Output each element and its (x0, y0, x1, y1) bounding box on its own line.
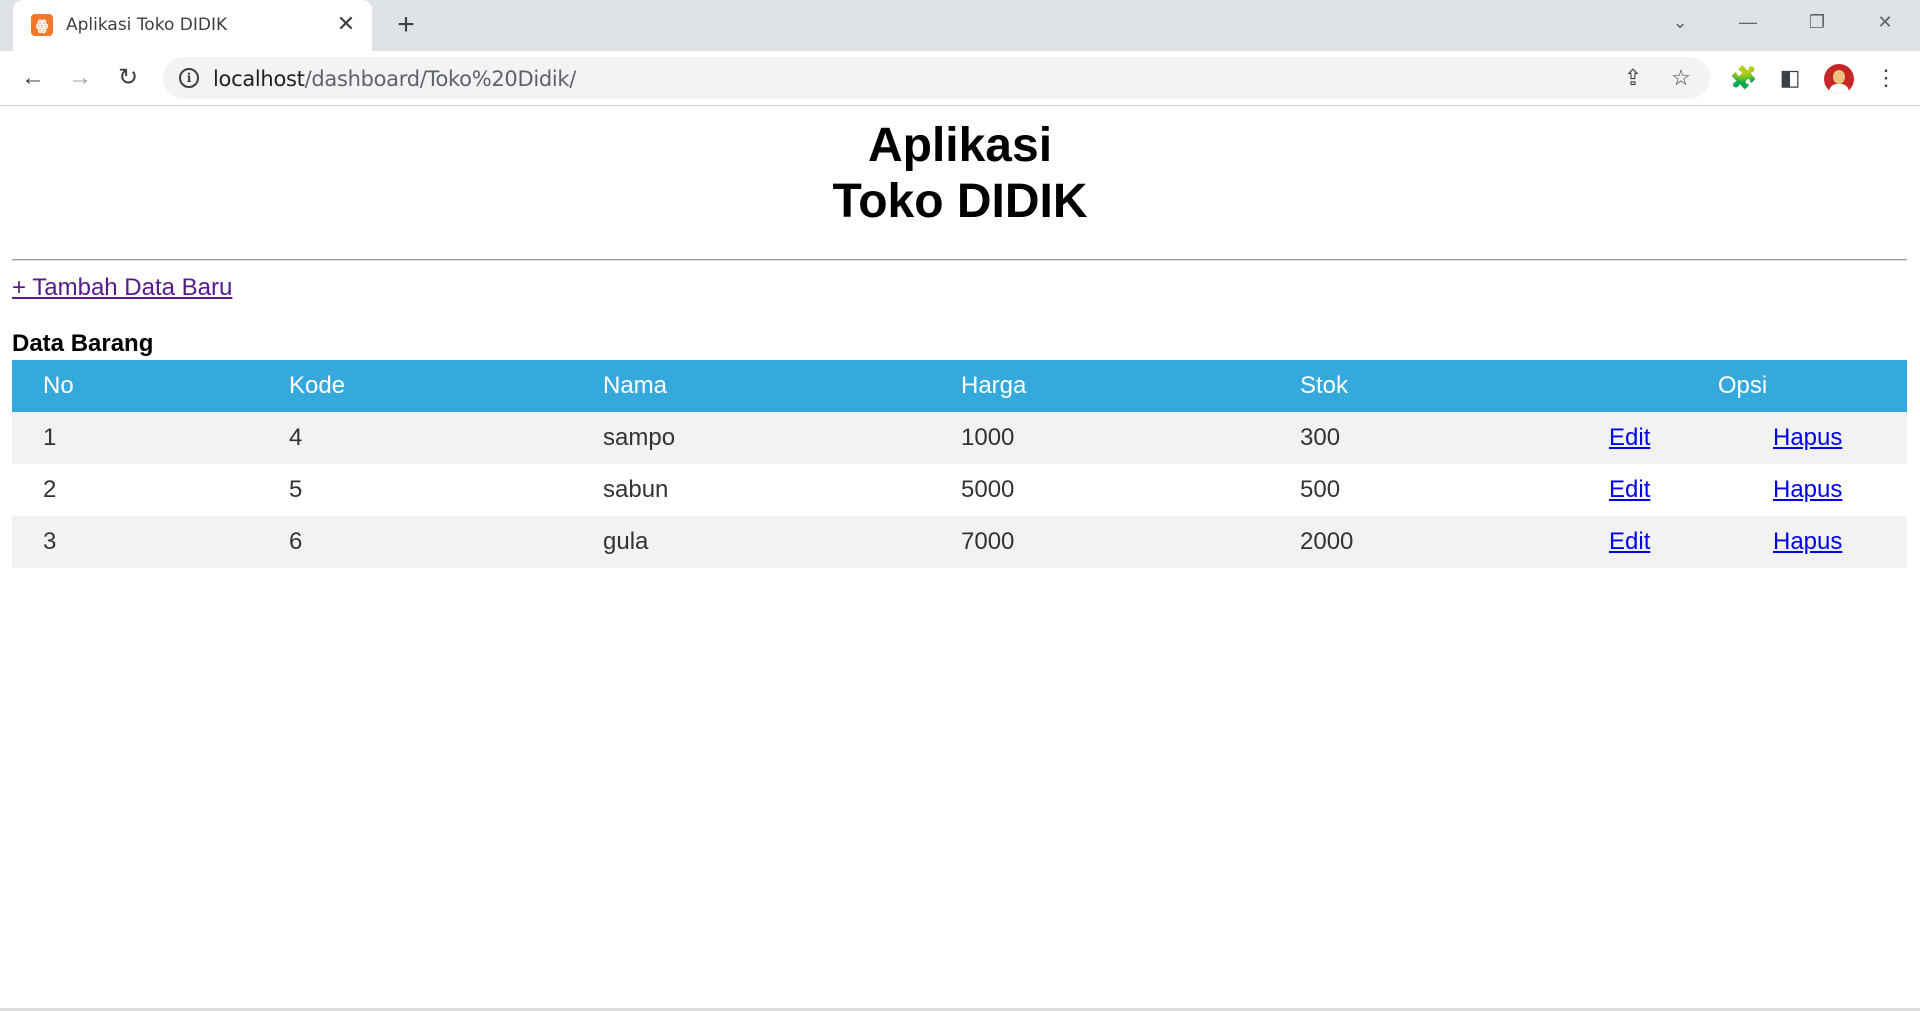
cell-hapus: Hapus (1742, 412, 1907, 464)
close-tab-icon[interactable]: ✕ (334, 12, 358, 36)
kebab-menu-icon[interactable]: ⋮ (1873, 65, 1899, 91)
site-info-icon[interactable]: i (179, 68, 199, 88)
cell-kode: 5 (258, 464, 572, 516)
minimize-icon[interactable]: — (1733, 10, 1763, 34)
back-arrow-icon[interactable]: ← (19, 64, 47, 92)
page-title: Aplikasi Toko DIDIK (0, 118, 1920, 230)
avatar-face (1833, 70, 1845, 84)
table-row: 2 5 sabun 5000 500 Edit Hapus (12, 464, 1907, 516)
cell-edit: Edit (1578, 412, 1742, 464)
cell-nama: gula (572, 516, 930, 568)
cell-kode: 6 (258, 516, 572, 568)
column-header-kode: Kode (258, 360, 572, 412)
avatar-shirt (1829, 84, 1849, 94)
tab-title: Aplikasi Toko DIDIK (66, 15, 228, 35)
cell-no: 1 (12, 412, 258, 464)
hapus-link[interactable]: Hapus (1773, 528, 1842, 555)
column-header-nama: Nama (572, 360, 930, 412)
tab-strip: ꙮ Aplikasi Toko DIDIK ✕ + ⌄ — ❐ ✕ (0, 0, 1920, 51)
forward-arrow-icon[interactable]: → (66, 64, 94, 92)
column-header-no: No (12, 360, 258, 412)
cell-hapus: Hapus (1742, 516, 1907, 568)
table-row: 3 6 gula 7000 2000 Edit Hapus (12, 516, 1907, 568)
page-title-line1: Aplikasi (867, 119, 1053, 172)
table-caption: Data Barang (12, 330, 154, 357)
address-bar[interactable]: i localhost/dashboard/Toko%20Didik/ ⇪ ☆ (163, 57, 1710, 99)
extensions-puzzle-icon[interactable]: 🧩 (1730, 65, 1757, 91)
cell-stok: 2000 (1269, 516, 1578, 568)
close-window-icon[interactable]: ✕ (1870, 10, 1900, 34)
reload-icon[interactable]: ↻ (114, 64, 142, 92)
edit-link[interactable]: Edit (1609, 476, 1650, 503)
cell-nama: sabun (572, 464, 930, 516)
url-path: /dashboard/Toko%20Didik/ (304, 67, 577, 91)
tab-search-chevron-icon[interactable]: ⌄ (1665, 10, 1695, 34)
cell-harga: 7000 (930, 516, 1269, 568)
page-title-line2: Toko DIDIK (832, 175, 1088, 228)
edit-link[interactable]: Edit (1609, 528, 1650, 555)
cell-harga: 5000 (930, 464, 1269, 516)
add-new-data-link[interactable]: + Tambah Data Baru (12, 274, 232, 302)
side-panel-icon[interactable]: ◧ (1777, 65, 1803, 91)
table-row: 1 4 sampo 1000 300 Edit Hapus (12, 412, 1907, 464)
cell-kode: 4 (258, 412, 572, 464)
cell-hapus: Hapus (1742, 464, 1907, 516)
cell-stok: 500 (1269, 464, 1578, 516)
restore-icon[interactable]: ❐ (1802, 10, 1832, 34)
xampp-favicon-icon: ꙮ (31, 14, 53, 36)
browser-toolbar: ← → ↻ i localhost/dashboard/Toko%20Didik… (0, 51, 1920, 106)
hapus-link[interactable]: Hapus (1773, 476, 1842, 503)
share-icon[interactable]: ⇪ (1621, 66, 1645, 90)
bookmark-star-icon[interactable]: ☆ (1669, 66, 1693, 90)
hapus-link[interactable]: Hapus (1773, 424, 1842, 451)
cell-no: 2 (12, 464, 258, 516)
cell-edit: Edit (1578, 464, 1742, 516)
url-host: localhost (213, 67, 305, 91)
edit-link[interactable]: Edit (1609, 424, 1650, 451)
browser-tab[interactable]: ꙮ Aplikasi Toko DIDIK ✕ (13, 0, 372, 51)
cell-stok: 300 (1269, 412, 1578, 464)
table-header-row: No Kode Nama Harga Stok Opsi (12, 360, 1907, 412)
new-tab-icon[interactable]: + (392, 10, 420, 40)
url-text[interactable]: localhost/dashboard/Toko%20Didik/ (213, 67, 576, 91)
column-header-harga: Harga (930, 360, 1269, 412)
cell-no: 3 (12, 516, 258, 568)
page-content: Aplikasi Toko DIDIK + Tambah Data Baru D… (0, 106, 1920, 1009)
profile-avatar[interactable] (1824, 64, 1854, 94)
horizontal-divider (12, 259, 1907, 261)
cell-harga: 1000 (930, 412, 1269, 464)
data-barang-table: No Kode Nama Harga Stok Opsi 1 4 sampo 1… (12, 360, 1907, 568)
cell-nama: sampo (572, 412, 930, 464)
cell-edit: Edit (1578, 516, 1742, 568)
column-header-stok: Stok (1269, 360, 1578, 412)
column-header-opsi: Opsi (1578, 360, 1907, 412)
